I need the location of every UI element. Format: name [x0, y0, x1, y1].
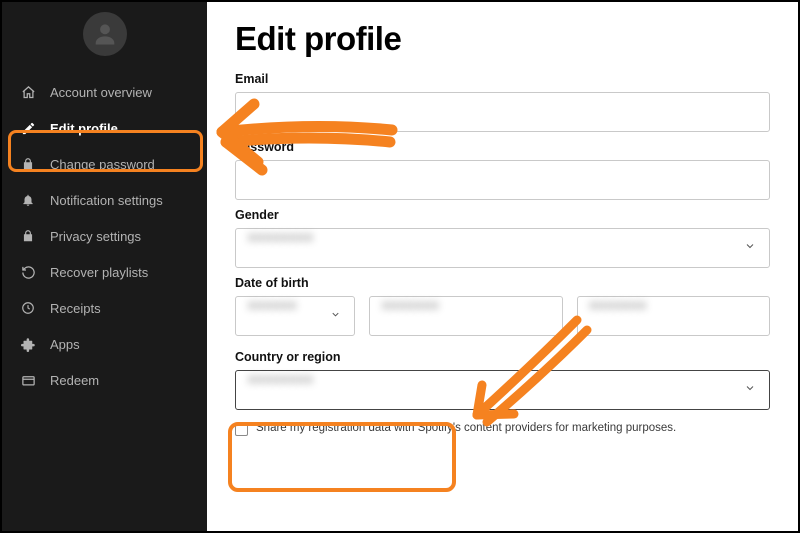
sidebar-item-redeem[interactable]: Redeem [2, 362, 207, 398]
email-label: Email [235, 72, 770, 86]
sidebar: Account overview Edit profile Change pas… [2, 2, 207, 531]
gender-label: Gender [235, 208, 770, 222]
sidebar-item-label: Notification settings [50, 193, 163, 208]
pencil-icon [20, 120, 36, 136]
dob-month-select[interactable]: xxxxxx [235, 296, 355, 336]
sidebar-item-label: Redeem [50, 373, 99, 388]
sidebar-item-recover-playlists[interactable]: Recover playlists [2, 254, 207, 290]
dob-year-field[interactable]: xxxxxxx [577, 296, 771, 336]
password-label: Password [235, 140, 770, 154]
sidebar-item-edit-profile[interactable]: Edit profile [2, 110, 207, 146]
checkbox-icon[interactable] [235, 423, 248, 436]
clock-icon [20, 300, 36, 316]
home-icon [20, 84, 36, 100]
puzzle-icon [20, 336, 36, 352]
lock-icon [20, 156, 36, 172]
card-icon [20, 372, 36, 388]
sidebar-item-label: Edit profile [50, 121, 118, 136]
email-field[interactable] [235, 92, 770, 132]
marketing-checkbox-row[interactable]: Share my registration data with Spotify'… [235, 422, 770, 436]
sidebar-item-change-password[interactable]: Change password [2, 146, 207, 182]
bell-icon [20, 192, 36, 208]
sidebar-item-notification-settings[interactable]: Notification settings [2, 182, 207, 218]
gender-select[interactable]: xxxxxxxx [235, 228, 770, 268]
avatar[interactable] [83, 12, 127, 56]
sidebar-item-account-overview[interactable]: Account overview [2, 74, 207, 110]
sidebar-item-label: Receipts [50, 301, 101, 316]
sidebar-item-label: Apps [50, 337, 80, 352]
sidebar-item-label: Change password [50, 157, 155, 172]
dob-label: Date of birth [235, 276, 770, 290]
sidebar-item-label: Account overview [50, 85, 152, 100]
sidebar-item-apps[interactable]: Apps [2, 326, 207, 362]
lock-icon [20, 228, 36, 244]
page-title: Edit profile [235, 20, 770, 58]
country-select[interactable]: xxxxxxxx [235, 370, 770, 410]
sidebar-item-label: Privacy settings [50, 229, 141, 244]
refresh-icon [20, 264, 36, 280]
password-field[interactable] [235, 160, 770, 200]
dob-day-field[interactable]: xxxxxxx [369, 296, 563, 336]
sidebar-item-receipts[interactable]: Receipts [2, 290, 207, 326]
country-label: Country or region [235, 350, 770, 364]
marketing-checkbox-label: Share my registration data with Spotify'… [256, 422, 676, 434]
sidebar-item-privacy-settings[interactable]: Privacy settings [2, 218, 207, 254]
main-content: Edit profile Email Password Gender xxxxx… [207, 2, 798, 531]
person-silhouette-icon [91, 20, 119, 48]
sidebar-item-label: Recover playlists [50, 265, 148, 280]
